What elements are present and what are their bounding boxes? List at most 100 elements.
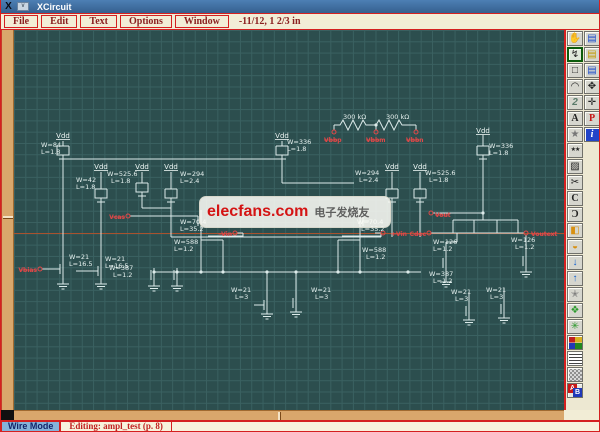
status-bar-filler xyxy=(172,421,600,432)
flip-vertical-button[interactable]: ◒ xyxy=(567,239,583,254)
schematic-canvas[interactable]: W=84L=1.8W=42L=1.8W=525.6L=1.8W=294L=2.4… xyxy=(14,30,564,410)
spline-tool-icon: 2 xyxy=(572,97,578,108)
horizontal-scrollbar[interactable] xyxy=(14,410,564,420)
fill-style-button[interactable] xyxy=(567,367,583,382)
schematic-label: Vout xyxy=(435,212,451,219)
delete-tool-button[interactable]: ✂ xyxy=(567,175,583,190)
schematic-label: L=1.2 xyxy=(433,277,452,285)
library-directory-button[interactable]: ▤ xyxy=(584,63,600,78)
rotate-cw-button[interactable]: C xyxy=(567,191,583,206)
arc-tool-button[interactable]: ◠ xyxy=(567,79,583,94)
wire-tool-button[interactable]: ↯ xyxy=(567,47,583,62)
schematic-label: L=3 xyxy=(455,295,468,303)
push-to-object-button[interactable]: ↓ xyxy=(567,255,583,270)
schematic-label: L=1.2 xyxy=(113,271,132,279)
info-tool-icon: i xyxy=(591,129,594,140)
schematic-label: Cdec xyxy=(410,231,427,238)
make-object-button[interactable]: ✭ xyxy=(567,287,583,302)
schematic-label: L=2.4 xyxy=(180,177,199,185)
zoom-in-icon: ✛ xyxy=(588,97,596,108)
parameter-tool-button[interactable]: P xyxy=(584,111,600,126)
schematic-label: Vdd xyxy=(94,163,108,171)
schematic-label: L=3 xyxy=(315,293,328,301)
text-tool-icon: A xyxy=(571,113,578,124)
parameter-tool-icon: P xyxy=(589,113,595,124)
schematic-label: -Vin xyxy=(219,231,232,238)
schematic-label: L=3 xyxy=(235,293,248,301)
info-tool-button[interactable]: i xyxy=(584,127,600,142)
menu-window[interactable]: Window xyxy=(175,15,229,28)
schematic-label: L=2.4 xyxy=(359,176,378,184)
xcircuit-window: X v XCircuit File Edit Text Options Wind… xyxy=(0,0,600,432)
join-elements-icon: ❖ xyxy=(571,305,580,316)
menu-file[interactable]: File xyxy=(4,15,38,28)
schematic-label: Vbbn xyxy=(406,137,424,144)
make-object-icon: ✭ xyxy=(571,289,579,300)
schematic-label: Vbbm xyxy=(366,137,386,144)
schematic-label: +Vin xyxy=(391,231,407,238)
schematic-label: Vdd xyxy=(164,163,178,171)
library-directory-icon: ▤ xyxy=(587,65,596,76)
library-catalog-button[interactable]: ▤ xyxy=(584,31,600,46)
schematic-label: L=1.8 xyxy=(41,148,60,156)
color-palette-button[interactable] xyxy=(567,335,583,350)
schematic-label: L=1.8 xyxy=(287,145,306,153)
vertical-scrollbar[interactable] xyxy=(1,30,14,410)
editing-status: Editing: ampl_test (p. 8) xyxy=(60,421,172,432)
rotate-ccw-button[interactable]: Ɔ xyxy=(567,207,583,222)
schematic-label: Vdd xyxy=(413,163,427,171)
window-menu-button[interactable]: v xyxy=(17,2,29,11)
tool-palette: ✋ ▤ ↯ ▤ □ ▤ ◠✥ 2 ✛ AP ★ i ★★ ▨ ✂CƆ ◧ ◒↓ ↑ ✭ ❖ ✳ AB xyxy=(564,30,600,410)
schematic-label: L=35.2 xyxy=(180,225,204,233)
schematic-label: Vcas xyxy=(109,214,125,221)
flip-horizontal-button[interactable]: ◧ xyxy=(567,223,583,238)
menu-bar: File Edit Text Options Window -11/12, 1 … xyxy=(1,13,600,30)
mode-indicator: Wire Mode xyxy=(1,421,60,432)
schematic-label: Vbbp xyxy=(324,137,342,144)
schematic-label: Vbias xyxy=(18,267,37,274)
copy-tool-button[interactable]: ★★ xyxy=(567,143,583,158)
page-catalog-button[interactable]: ▤ xyxy=(584,47,600,62)
schematic-label: L=3 xyxy=(490,293,503,301)
schematic-label: Vdd xyxy=(135,163,149,171)
menu-options[interactable]: Options xyxy=(120,15,172,28)
page-catalog-icon: ▤ xyxy=(587,49,596,60)
pop-from-object-icon: ↑ xyxy=(573,273,578,284)
box-tool-icon: □ xyxy=(572,65,578,76)
schematic-label: 300 kΩ xyxy=(343,113,366,121)
pan-tool-button[interactable]: ✋ xyxy=(567,31,583,46)
schematic-label: Vdd xyxy=(56,132,70,140)
zoom-out-button[interactable]: ✥ xyxy=(584,79,600,94)
zoom-in-button[interactable]: ✛ xyxy=(584,95,600,110)
unjoin-elements-icon: ✳ xyxy=(571,321,579,332)
menu-text[interactable]: Text xyxy=(80,15,117,28)
menu-edit[interactable]: Edit xyxy=(41,15,77,28)
symbol-schematic-toggle-icon: B xyxy=(573,388,582,397)
scrollbar-corner xyxy=(1,410,14,420)
symbol-schematic-toggle-button[interactable]: AB xyxy=(567,383,583,398)
vertical-scrollbar-thumb[interactable] xyxy=(3,216,13,219)
pop-from-object-button[interactable]: ↑ xyxy=(567,271,583,286)
move-tool-button[interactable]: ★ xyxy=(567,127,583,142)
rotate-ccw-icon: Ɔ xyxy=(571,209,578,220)
watermark: elecfans.com 电子发烧友 xyxy=(199,196,391,228)
box-tool-button[interactable]: □ xyxy=(567,63,583,78)
wire-tool-icon: ↯ xyxy=(571,49,579,60)
schematic-label: L=1.8 xyxy=(76,183,95,191)
edit-tool-icon: ▨ xyxy=(570,161,579,172)
flip-horizontal-icon: ◧ xyxy=(570,225,579,236)
watermark-text: elecfans.com xyxy=(207,203,308,221)
text-tool-button[interactable]: A xyxy=(567,111,583,126)
schematic-label: L=1.2 xyxy=(433,245,452,253)
edit-tool-button[interactable]: ▨ xyxy=(567,159,583,174)
schematic-label: Vdd xyxy=(275,132,289,140)
join-elements-button[interactable]: ❖ xyxy=(567,303,583,318)
unjoin-elements-button[interactable]: ✳ xyxy=(567,319,583,334)
spline-tool-button[interactable]: 2 xyxy=(567,95,583,110)
copy-tool-icon: ★★ xyxy=(571,147,580,153)
border-style-button[interactable] xyxy=(567,351,583,366)
schematic-label: L=1.2 xyxy=(174,245,193,253)
horizontal-scrollbar-thumb[interactable] xyxy=(278,412,281,420)
schematic-label: 300 kΩ xyxy=(386,113,409,121)
library-catalog-icon: ▤ xyxy=(587,33,596,44)
